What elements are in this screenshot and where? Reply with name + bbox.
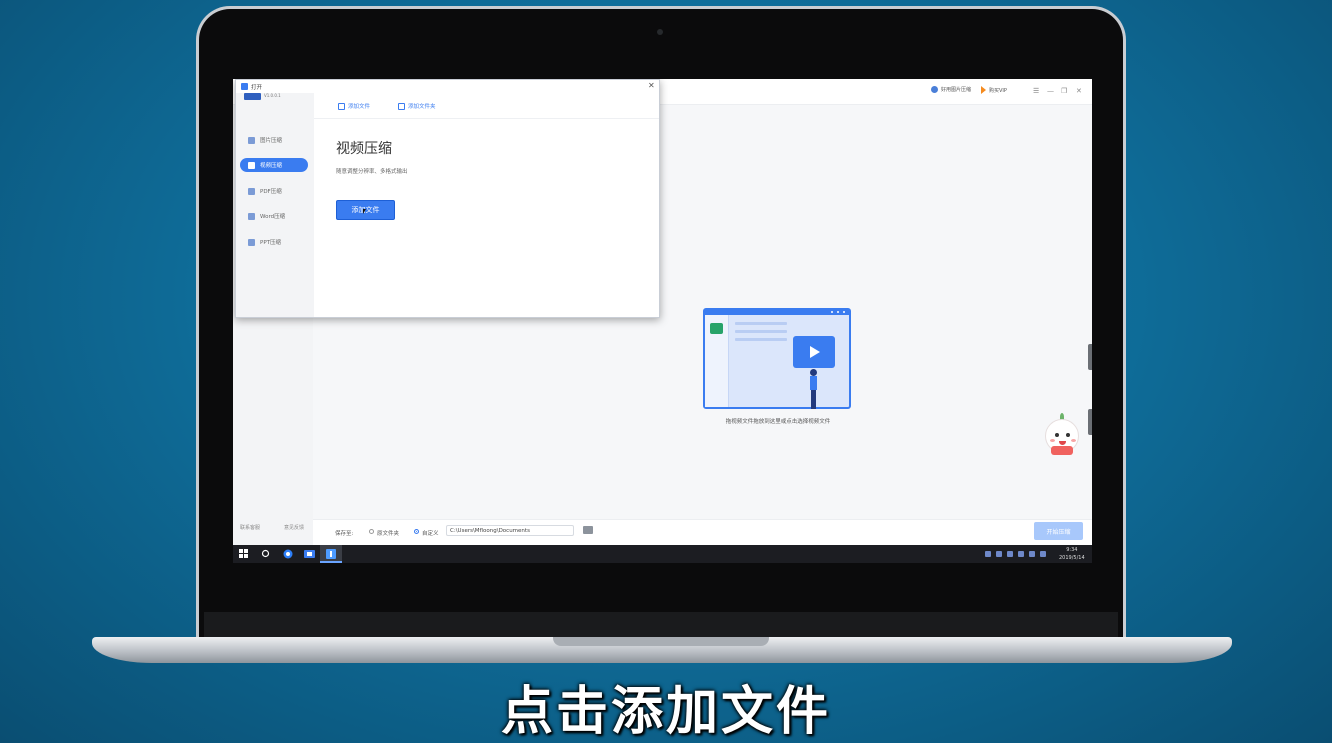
toolbar-add-folder-label: 添加文件夹 [408, 104, 436, 110]
save-path-input[interactable]: C:\Users\Mfloong\Documents [446, 525, 574, 536]
save-to-label: 保存至: [335, 531, 354, 537]
person-icon [810, 369, 817, 376]
laptop-screen: 好用图片压缩 购买VIP ☰ — ❐ ✕ 联系客服 意见反馈 拖视频文件拖放到这… [233, 79, 1092, 563]
shield-icon[interactable] [985, 551, 991, 557]
mascot-scarf [1051, 446, 1073, 455]
app-icon [241, 83, 248, 90]
windows-taskbar: 9:34 2019/5/14 [233, 545, 1092, 563]
dialog-title: 打开 [251, 85, 263, 91]
search-icon[interactable] [261, 549, 270, 558]
start-compress-button[interactable]: 开始压缩 [1034, 522, 1083, 540]
clock-date: 2019/5/14 [1059, 555, 1085, 561]
play-icon [810, 346, 820, 358]
radio-original-label: 原文件夹 [377, 531, 400, 537]
nav-item-label: 图片压缩 [260, 138, 283, 144]
dialog-toolbar: 添加文件 添加文件夹 [314, 93, 659, 119]
contact-support-link[interactable]: 联系客服 [240, 524, 260, 531]
add-folder-icon [398, 102, 405, 110]
nav-item-label: Word压缩 [260, 214, 286, 220]
browser-icon[interactable] [283, 549, 293, 559]
image-icon [248, 136, 255, 144]
tray-app-icon[interactable] [1018, 551, 1024, 557]
add-file-icon [338, 102, 345, 110]
ppt-icon [248, 238, 255, 246]
video-app-icon[interactable] [304, 549, 315, 559]
nav-item-pdf[interactable]: PDF压缩 [240, 184, 308, 198]
buy-vip-button[interactable]: 购买VIP [981, 86, 1007, 94]
drop-hint-text: 拖视频文件拖放到这里或点击选择视频文件 [725, 419, 831, 425]
video-icon [248, 161, 255, 169]
nav-item-label: PPT压缩 [260, 240, 281, 246]
radio-custom-label: 自定义 [422, 531, 439, 537]
compressor-app-icon [326, 549, 336, 559]
close-icon[interactable]: ✕ [1076, 87, 1082, 95]
maximize-icon[interactable]: ❐ [1061, 87, 1067, 95]
nav-item-word[interactable]: Word压缩 [240, 209, 308, 223]
radio-custom-folder[interactable] [414, 529, 419, 534]
menu-icon[interactable]: ☰ [1033, 87, 1039, 95]
toolbar-add-file-label: 添加文件 [348, 104, 371, 110]
video-caption: 点击添加文件 [500, 682, 831, 742]
brand-logo [244, 93, 261, 100]
vip-label: 购买VIP [989, 87, 1007, 94]
laptop-notch [553, 637, 769, 646]
dialog-close-icon[interactable]: ✕ [648, 81, 655, 90]
network-icon[interactable] [1029, 551, 1035, 557]
minimize-icon[interactable]: — [1047, 87, 1054, 95]
clock-time: 9:34 [1066, 547, 1078, 553]
side-panel-tab[interactable] [1088, 344, 1092, 370]
webcam [657, 29, 663, 35]
nav-item-label: 视频压缩 [260, 163, 283, 169]
vip-icon [981, 86, 986, 94]
page-subtitle: 随意调整分辨率、多格式输出 [336, 169, 408, 175]
toolbar-add-file-button[interactable]: 添加文件 [338, 102, 370, 110]
dialog-titlebar: 打开 ✕ [236, 80, 659, 93]
feedback-link[interactable]: 意见反馈 [284, 524, 304, 531]
tray-app-icon[interactable] [1007, 551, 1013, 557]
user-icon [931, 86, 938, 93]
taskbar-compressor-app[interactable] [320, 545, 342, 563]
app-logo-icon [710, 323, 723, 334]
video-player-icon [793, 336, 835, 368]
nav-item-video[interactable]: 视频压缩 [240, 158, 308, 172]
nav-item-image[interactable]: 图片压缩 [240, 133, 308, 147]
mouse-cursor-icon [363, 209, 366, 214]
side-panel-tab[interactable] [1088, 409, 1092, 435]
output-settings-bar: 保存至: 原文件夹 自定义 C:\Users\Mfloong\Documents… [313, 519, 1092, 545]
volume-icon[interactable] [1040, 551, 1046, 557]
dialog-sidebar: V1.0.0.1 图片压缩 视频压缩 PDF压缩 Word压缩 PPT压缩 [236, 93, 314, 317]
word-icon [248, 212, 255, 220]
illus-sidebar [705, 315, 729, 407]
taskbar-clock[interactable]: 9:34 2019/5/14 [1059, 546, 1085, 562]
compress-dialog: 打开 ✕ V1.0.0.1 图片压缩 视频压缩 PDF压缩 Word压缩 PPT… [235, 79, 660, 318]
pdf-icon [248, 187, 255, 195]
toolbar-add-folder-button[interactable]: 添加文件夹 [398, 102, 436, 110]
user-account[interactable]: 好用图片压缩 [931, 86, 971, 93]
dialog-content: 添加文件 添加文件夹 视频压缩 随意调整分辨率、多格式输出 添加文件 [314, 93, 659, 317]
nav-item-ppt[interactable]: PPT压缩 [240, 235, 308, 249]
nav-item-label: PDF压缩 [260, 189, 282, 195]
folder-icon[interactable] [583, 526, 593, 534]
windows-start-icon[interactable] [239, 549, 248, 558]
user-label: 好用图片压缩 [941, 87, 972, 93]
version-label: V1.0.0.1 [264, 93, 281, 98]
page-title: 视频压缩 [336, 141, 392, 157]
tray-app-icon[interactable] [996, 551, 1002, 557]
drop-zone-illustration[interactable] [703, 308, 851, 409]
radio-original-folder[interactable] [369, 529, 374, 534]
